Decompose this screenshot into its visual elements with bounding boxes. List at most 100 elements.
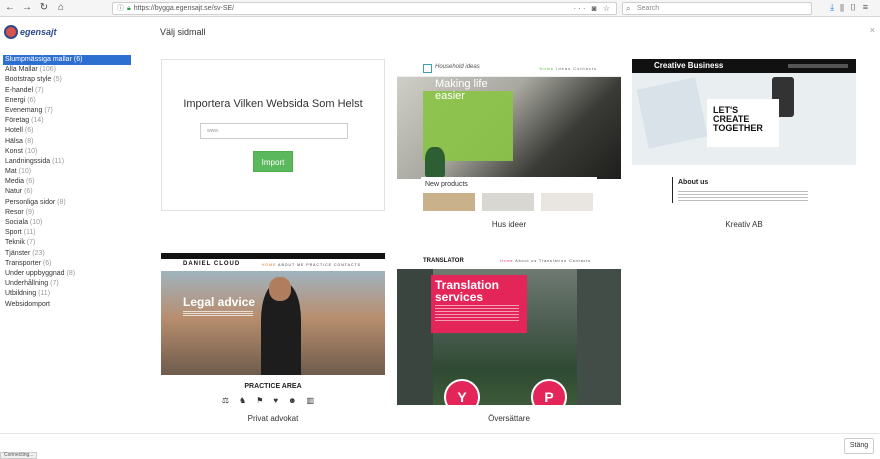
sidebar-item[interactable]: Media (6) [3, 177, 131, 187]
import-url-input[interactable]: www. [200, 123, 348, 139]
sidebar-item[interactable]: Konst (10) [3, 147, 131, 157]
template-thumb-privat-advokat[interactable]: DANIEL CLOUD HOME ABOUT ME PRACTICE CONT… [161, 253, 385, 405]
template-label-privat-advokat[interactable]: Privat advokat [161, 414, 385, 423]
url-text: https://bygga.egensajt.se/sv-SE/ [133, 5, 235, 12]
library-icon[interactable]: ⫴ [840, 2, 850, 12]
preview-products-panel: New products [421, 177, 597, 211]
menu-icon[interactable]: ≡ [863, 2, 874, 12]
sidebar-item[interactable]: Transporter (6) [3, 259, 131, 269]
pocket-icon[interactable]: ◙ [592, 4, 599, 13]
sidebar-item-label: Teknik [5, 239, 25, 247]
preview-text-lines [183, 311, 253, 317]
sidebar-item-label: Websidomport [5, 300, 51, 308]
template-thumb-oversattare[interactable]: TRANSLATOR Home About us Translation Con… [397, 253, 621, 405]
sidebar-item[interactable]: Slumpmässiga mallar (6) [3, 55, 131, 66]
preview-logo: TRANSLATOR [423, 258, 464, 264]
sidebar-item[interactable]: Hälsa (8) [3, 137, 131, 147]
sidebar-item-label: Bootstrap style [5, 76, 52, 84]
sidebar-item-label: Tjänster [5, 249, 31, 257]
sidebar-item-count: (23) [32, 249, 45, 257]
sidebar-item[interactable]: Evenemang (7) [3, 106, 131, 116]
sidebar-item-label: Hälsa [5, 137, 23, 145]
paper-image [636, 77, 708, 149]
preview-text-lines [678, 189, 808, 203]
preview-hero-title: Translation services [435, 278, 500, 304]
sidebar-item-label: Evenemang [5, 106, 43, 114]
home-icon[interactable]: ⌂ [54, 1, 68, 15]
practice-icons: ⚖♞⚑♥☻▥ [221, 396, 325, 405]
footer-divider [0, 433, 880, 434]
preview-section-title: About us [678, 179, 709, 186]
logo-mark-icon [4, 25, 18, 39]
sidebar-item[interactable]: E-handel (7) [3, 86, 131, 96]
sidebar-item-count: (6) [42, 259, 52, 267]
sidebar-item-label: Företag [5, 117, 30, 125]
close-icon[interactable]: × [870, 25, 875, 35]
sidebar-item-label: Mat [5, 168, 17, 176]
preview-section-title: PRACTICE AREA [244, 383, 302, 390]
template-label-oversattare[interactable]: Översättare [397, 414, 621, 423]
sidebar-item-label: Underhållning [5, 280, 49, 288]
sidebar-item-count: (7) [34, 86, 44, 94]
preview-hero-title: Legal advice [183, 295, 256, 309]
sidebar-item[interactable]: Resor (9) [3, 208, 131, 218]
sidebar-item[interactable]: Utbildning (11) [3, 289, 131, 299]
download-icon[interactable]: ⤓ [830, 2, 840, 12]
sidebar-item[interactable]: Tjänster (23) [3, 249, 131, 259]
sidebar-item-label: Sport [5, 229, 22, 237]
sidebar-item[interactable]: Företag (14) [3, 116, 131, 126]
sidebar-item-count: (6) [24, 188, 33, 196]
info-icon[interactable]: ⓘ [117, 3, 124, 14]
close-button[interactable]: Stäng [844, 438, 874, 454]
status-bar: Connecting... [0, 452, 38, 459]
sidebar-item-count: (6) [24, 127, 34, 135]
sidebar-item-count: (7) [50, 280, 59, 288]
building-image [577, 269, 621, 405]
template-label-kreativ-ab[interactable]: Kreativ AB [632, 220, 856, 229]
sidebar-item-count: (8) [24, 137, 34, 145]
sidebar-item[interactable]: Hotell (6) [3, 126, 131, 136]
sidebar-item[interactable]: Energi (6) [3, 96, 131, 106]
reload-icon[interactable]: ↻ [37, 1, 51, 15]
sidebar-item[interactable]: Websidomport [3, 300, 131, 310]
sidebar-item[interactable]: Alla Mallar (106) [3, 65, 131, 75]
template-thumb-kreativ-ab[interactable]: LET'S CREATE TOGETHER Creative Business … [632, 59, 856, 211]
sidebar-item[interactable]: Mat (10) [3, 167, 131, 177]
sidebar-item[interactable]: Sport (11) [3, 228, 131, 238]
sidebar-item-label: Natur [5, 188, 23, 196]
url-actions: ··· ◙ ☆ [574, 3, 612, 14]
search-input[interactable]: ⌕ Search [622, 2, 812, 15]
sidebar-item-count: (10) [18, 168, 32, 176]
sidebar-item[interactable]: Personliga sidor (8) [3, 198, 131, 208]
sidebar-item-label: Energi [5, 96, 26, 104]
person-face [269, 277, 291, 301]
sidebar-item[interactable]: Sociala (10) [3, 218, 131, 228]
search-placeholder: Search [637, 5, 660, 12]
template-thumb-hus-ideer[interactable]: Household ideas Home Ideas Contacts Maki… [397, 59, 621, 211]
sidebar-item-count: (8) [66, 269, 76, 277]
import-button[interactable]: Import [253, 151, 293, 172]
preview-header: TRANSLATOR Home About us Translation Con… [397, 253, 621, 269]
sidebar-item[interactable]: Under uppbyggnad (8) [3, 269, 131, 279]
preview-nav [788, 64, 848, 68]
product-image [423, 193, 475, 211]
sidebar-item-label: Hotell [5, 127, 23, 135]
sidebar-item[interactable]: Teknik (7) [3, 238, 131, 248]
import-card: Importera Vilken Websida Som Helst www. … [161, 59, 385, 211]
preview-logo: Creative Business [654, 61, 724, 70]
sidebar-icon[interactable]: ▯ [850, 2, 863, 12]
more-icon[interactable]: ··· [574, 4, 588, 13]
star-icon[interactable]: ☆ [603, 4, 612, 13]
forward-icon[interactable]: → [20, 1, 34, 15]
sidebar-item[interactable]: Landningssida (11) [3, 157, 131, 167]
back-icon[interactable]: ← [3, 1, 17, 15]
url-bar[interactable]: ⓘ 🔒︎ https://bygga.egensajt.se/sv-SE/ ··… [112, 2, 617, 15]
sidebar-item-count: (7) [26, 239, 36, 247]
sidebar-item[interactable]: Bootstrap style (5) [3, 75, 131, 85]
sidebar-item-count: (6) [27, 96, 36, 104]
sidebar-item[interactable]: Underhållning (7) [3, 279, 131, 289]
sidebar-item-count: (11) [38, 290, 51, 298]
sidebar-item-count: (5) [53, 76, 62, 84]
sidebar-item[interactable]: Natur (6) [3, 187, 131, 197]
template-label-hus-ideer[interactable]: Hus ideer [397, 220, 621, 229]
